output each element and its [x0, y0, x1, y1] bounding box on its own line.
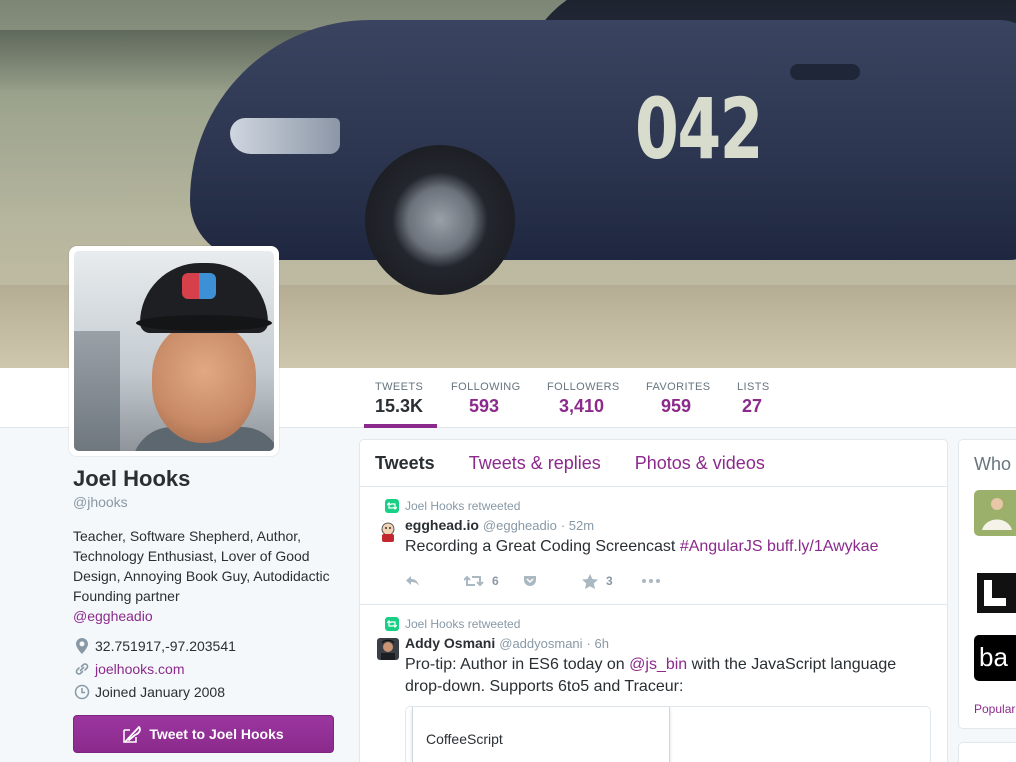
tweet-media-card[interactable]: CoffeeScript — [405, 706, 931, 762]
suggested-user-avatar[interactable]: ba — [974, 635, 1016, 681]
stat-following-label: FOLLOWING — [451, 381, 521, 393]
retweet-context: Joel Hooks retweeted — [385, 499, 932, 513]
favorite-count: 3 — [606, 574, 613, 588]
car-handle — [790, 64, 860, 80]
retweet-button[interactable]: 6 — [464, 574, 523, 588]
tab-tweets-replies[interactable]: Tweets & replies — [469, 453, 601, 474]
popular-link[interactable]: Popular — [974, 702, 1015, 716]
dropdown-option: CoffeeScript — [426, 731, 503, 747]
reply-icon — [406, 576, 419, 586]
suggested-user-avatar[interactable] — [974, 570, 1016, 616]
right-module-secondary — [958, 742, 1016, 762]
tweet-item[interactable]: Joel Hooks retweeted egghead.io @egghead… — [360, 487, 947, 605]
stat-lists[interactable]: LISTS 27 — [737, 368, 770, 428]
tweet-avatar[interactable] — [377, 520, 399, 542]
suggested-user-avatar[interactable] — [974, 490, 1016, 536]
tweet-mention[interactable]: @js_bin — [629, 656, 687, 673]
link-icon — [73, 661, 91, 677]
star-icon — [582, 573, 598, 589]
profile-location-text: 32.751917,-97.203541 — [95, 637, 236, 654]
profile-handle[interactable]: @jhooks — [73, 494, 335, 510]
more-dots-icon — [642, 579, 660, 583]
avatar-building — [74, 331, 120, 451]
profile-location: 32.751917,-97.203541 — [73, 634, 335, 657]
car-headlight — [230, 118, 340, 154]
stat-tweets-value: 15.3K — [375, 396, 424, 416]
stat-favorites[interactable]: FAVORITES 959 — [646, 368, 711, 428]
stat-followers-value: 3,410 — [559, 396, 605, 416]
stat-favorites-label: FAVORITES — [646, 381, 711, 393]
tweet-screen-name[interactable]: @addyosmani — [499, 636, 582, 651]
tweet-to-button[interactable]: Tweet to Joel Hooks — [73, 715, 334, 753]
favorite-button[interactable]: 3 — [582, 573, 641, 589]
car-wheel — [365, 145, 515, 295]
timeline: Tweets Tweets & replies Photos & videos … — [359, 439, 948, 762]
tweet-text-body: Pro-tip: Author in ES6 today on — [405, 656, 630, 673]
tab-tweets[interactable]: Tweets — [375, 453, 435, 474]
profile-website: joelhooks.com — [73, 657, 335, 680]
language-dropdown-screenshot: CoffeeScript — [412, 707, 670, 762]
stat-lists-value: 27 — [742, 396, 763, 416]
who-to-follow-title: Who to follow — [974, 454, 1016, 474]
profile-avatar[interactable] — [69, 246, 279, 456]
location-pin-icon — [73, 637, 91, 654]
tweet-link[interactable]: buff.ly/1Awykae — [767, 538, 878, 555]
profile-name[interactable]: Joel Hooks — [73, 466, 335, 492]
stat-followers-label: FOLLOWERS — [547, 381, 620, 393]
tweet-to-label: Tweet to Joel Hooks — [149, 726, 284, 742]
avatar-cap-brim — [136, 315, 272, 331]
profile-bio-link[interactable]: @eggheadio — [73, 608, 153, 624]
tab-photos-videos[interactable]: Photos & videos — [635, 453, 765, 474]
tweet-timestamp[interactable]: · 6h — [587, 636, 609, 651]
pocket-icon — [524, 576, 536, 586]
timeline-tabs: Tweets Tweets & replies Photos & videos — [360, 440, 947, 487]
avatar-cap-logo — [182, 273, 216, 299]
profile-card: Joel Hooks @jhooks Teacher, Software She… — [73, 466, 335, 753]
stat-lists-label: LISTS — [737, 381, 770, 393]
tweet-timestamp[interactable]: · 52m — [561, 518, 594, 533]
stat-tweets[interactable]: TWEETS 15.3K — [364, 368, 437, 428]
car-number: 042 — [635, 80, 764, 178]
stat-tweets-label: TWEETS — [375, 381, 424, 393]
tweet-text: Recording a Great Coding Screencast #Ang… — [405, 536, 932, 558]
profile-joined: Joined January 2008 — [73, 680, 335, 703]
pocket-button[interactable] — [523, 575, 582, 587]
profile-bio: Teacher, Software Shepherd, Author, Tech… — [73, 526, 335, 626]
avatar-face — [152, 323, 256, 443]
banner-car: 042 — [190, 0, 1016, 300]
avatar-photo — [74, 251, 274, 451]
stat-followers[interactable]: FOLLOWERS 3,410 — [547, 368, 620, 428]
tweet-user-name[interactable]: egghead.io — [405, 517, 479, 533]
stat-favorites-value: 959 — [661, 396, 692, 416]
stat-following-value: 593 — [469, 396, 500, 416]
tweet-screen-name[interactable]: @eggheadio — [483, 518, 557, 533]
tweet-user-name[interactable]: Addy Osmani — [405, 635, 495, 651]
retweet-icon — [464, 575, 484, 587]
retweet-badge-icon — [385, 499, 399, 513]
compose-quill-icon — [123, 726, 142, 743]
tweet-header: Addy Osmani @addyosmani · 6h — [405, 635, 932, 651]
tweet-text-body: Recording a Great Coding Screencast — [405, 538, 680, 555]
profile-meta: 32.751917,-97.203541 joelhooks.com Joine… — [73, 634, 335, 703]
tweet-avatar[interactable] — [377, 638, 399, 660]
profile-website-link[interactable]: joelhooks.com — [95, 661, 185, 677]
profile-joined-text: Joined January 2008 — [95, 683, 225, 700]
tweet-item[interactable]: Joel Hooks retweeted Addy Osmani @addyos… — [360, 605, 947, 762]
retweet-context-text[interactable]: Joel Hooks retweeted — [405, 617, 520, 631]
retweet-count: 6 — [492, 574, 499, 588]
tweet-header: egghead.io @eggheadio · 52m — [405, 517, 932, 533]
retweet-context: Joel Hooks retweeted — [385, 617, 932, 631]
svg-text:ba: ba — [979, 642, 1008, 672]
reply-button[interactable] — [405, 575, 464, 587]
retweet-badge-icon — [385, 617, 399, 631]
retweet-context-text[interactable]: Joel Hooks retweeted — [405, 499, 520, 513]
calendar-clock-icon — [73, 684, 91, 700]
who-to-follow-module: Who to follow ba Popular — [958, 439, 1016, 729]
profile-bio-text: Teacher, Software Shepherd, Author, Tech… — [73, 528, 330, 604]
stat-following[interactable]: FOLLOWING 593 — [451, 368, 521, 428]
more-button[interactable] — [641, 578, 700, 584]
tweet-text: Pro-tip: Author in ES6 today on @js_bin … — [405, 654, 932, 698]
tweet-hashtag[interactable]: #AngularJS — [680, 538, 763, 555]
tweet-actions: 6 3 — [405, 563, 932, 599]
